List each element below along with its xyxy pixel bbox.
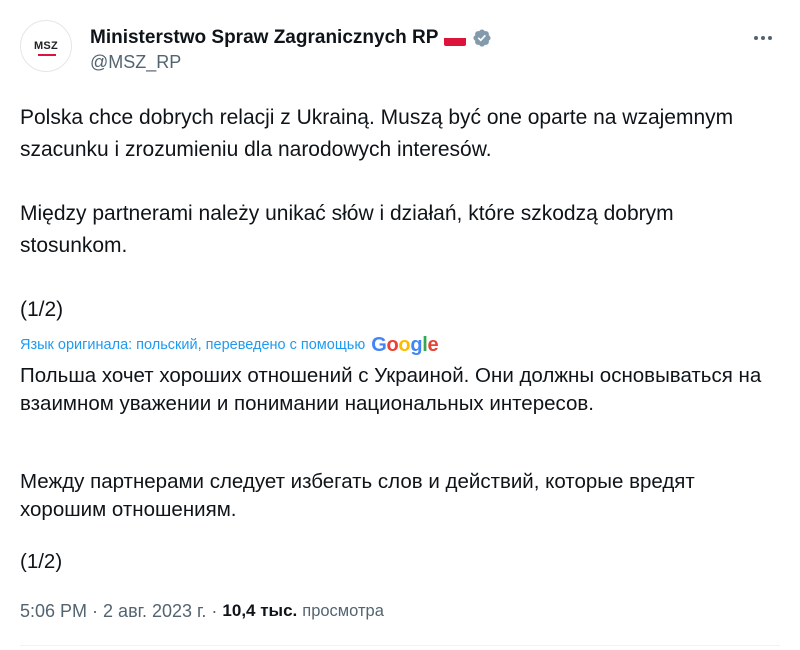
tweet-paragraph-1: Polska chce dobrych relacji z Ukrainą. M… bbox=[20, 106, 734, 161]
meta-separator: · bbox=[92, 600, 99, 621]
divider bbox=[20, 645, 780, 646]
tweet-paragraph-3: (1/2) bbox=[20, 298, 64, 321]
author-name-row: Ministerstwo Spraw Zagranicznych RP bbox=[90, 25, 492, 51]
tweet-paragraph-2: Między partnerami należy unikać słów i d… bbox=[20, 202, 674, 257]
avatar[interactable]: MSZ bbox=[20, 20, 72, 72]
more-horizontal-icon[interactable] bbox=[748, 26, 778, 50]
poland-flag-icon bbox=[444, 30, 467, 46]
avatar-label: MSZ bbox=[33, 40, 59, 52]
author-handle[interactable]: @MSZ_RP bbox=[90, 52, 181, 73]
translation-paragraph-2: Между партнерами следует избегать слов и… bbox=[20, 470, 695, 521]
verified-badge-icon[interactable] bbox=[472, 28, 492, 48]
author-display-name[interactable]: Ministerstwo Spraw Zagranicznych RP bbox=[90, 27, 438, 49]
tweet-date[interactable]: 2 авг. 2023 г. bbox=[103, 601, 206, 622]
meta-separator: · bbox=[211, 600, 218, 621]
tweet-timestamp[interactable]: 5:06 PM bbox=[20, 601, 87, 622]
views-count[interactable]: 10,4 тыс. bbox=[222, 601, 297, 621]
translation-paragraph-1: Польша хочет хороших отношений с Украино… bbox=[20, 364, 762, 415]
tweet-meta-row: 5:06 PM · 2 авг. 2023 г. · 10,4 тыс. про… bbox=[20, 598, 384, 624]
avatar-accent-line bbox=[38, 54, 56, 56]
translation-notice-row: Язык оригинала: польский, переведено с п… bbox=[20, 333, 439, 357]
views-label: просмотра bbox=[302, 601, 384, 620]
google-logo: Google bbox=[371, 333, 439, 356]
translation-notice-link[interactable]: Язык оригинала: польский, переведено с п… bbox=[20, 337, 365, 353]
translation-paragraph-3: (1/2) bbox=[20, 550, 63, 573]
